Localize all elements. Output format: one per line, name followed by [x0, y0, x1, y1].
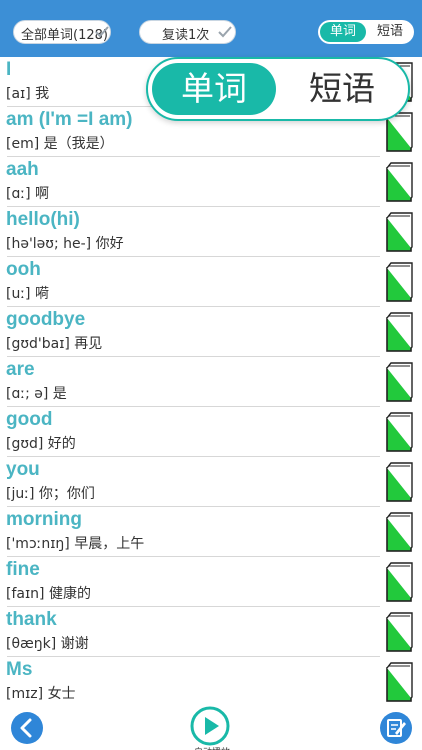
top-bar: 全部单词(128) 复读1次 单词 短语	[0, 0, 422, 57]
check-icon	[218, 26, 232, 38]
word-text: thank	[6, 609, 57, 630]
book-icon[interactable]	[385, 412, 413, 452]
book-icon[interactable]	[385, 662, 413, 702]
word-text: aah	[6, 159, 39, 180]
tab-words[interactable]: 单词	[320, 22, 366, 42]
pronunciation-meaning: [aɪ] 我	[6, 86, 50, 102]
word-text: morning	[6, 509, 82, 530]
pronunciation-meaning: [gʊd'baɪ] 再见	[6, 336, 103, 352]
word-row[interactable]: Ms [mɪz] 女士	[0, 657, 422, 707]
pronunciation-meaning: [faɪn] 健康的	[6, 586, 91, 602]
popup-tab-phrases[interactable]: 短语	[278, 63, 406, 115]
word-row[interactable]: ooh [uː] 嗬	[0, 257, 422, 307]
word-filter-dropdown[interactable]: 全部单词(128)	[13, 20, 111, 44]
word-row[interactable]: hello(hi) [hə'ləʊ; he-] 你好	[0, 207, 422, 257]
play-button[interactable]	[190, 706, 230, 746]
book-icon[interactable]	[385, 612, 413, 652]
word-text: am (I'm =I am)	[6, 109, 133, 130]
word-text: fine	[6, 559, 40, 580]
repeat-count-label: 复读1次	[162, 28, 210, 43]
edit-button[interactable]	[379, 711, 413, 745]
word-phrase-toggle: 单词 短语	[318, 20, 414, 44]
play-label: 自动播放	[186, 745, 238, 750]
book-icon[interactable]	[385, 562, 413, 602]
pronunciation-meaning: [juː] 你；你们	[6, 486, 95, 502]
book-icon[interactable]	[385, 212, 413, 252]
repeat-count-dropdown[interactable]: 复读1次	[139, 20, 236, 44]
pronunciation-meaning: [θæŋk] 谢谢	[6, 636, 89, 652]
word-row[interactable]: aah [ɑː] 啊	[0, 157, 422, 207]
book-icon[interactable]	[385, 162, 413, 202]
book-icon[interactable]	[385, 512, 413, 552]
popup-tab-words[interactable]: 单词	[152, 63, 276, 115]
word-row[interactable]: goodbye [gʊd'baɪ] 再见	[0, 307, 422, 357]
word-row[interactable]: are [ɑː; ə] 是	[0, 357, 422, 407]
pronunciation-meaning: [gʊd] 好的	[6, 436, 76, 452]
tab-phrases[interactable]: 短语	[368, 22, 412, 42]
word-text: are	[6, 359, 35, 380]
word-text: ooh	[6, 259, 41, 280]
back-button[interactable]	[10, 711, 44, 745]
book-icon[interactable]	[385, 362, 413, 402]
word-text: hello(hi)	[6, 209, 80, 230]
bottom-bar: 自动播放	[0, 705, 422, 750]
book-icon[interactable]	[385, 462, 413, 502]
word-text: you	[6, 459, 40, 480]
word-row[interactable]: good [gʊd] 好的	[0, 407, 422, 457]
word-text: goodbye	[6, 309, 86, 330]
word-row[interactable]: morning ['mɔːnɪŋ] 早晨，上午	[0, 507, 422, 557]
book-icon[interactable]	[385, 312, 413, 352]
pronunciation-meaning: [mɪz] 女士	[6, 686, 76, 702]
word-row[interactable]: thank [θæŋk] 谢谢	[0, 607, 422, 657]
word-row[interactable]: fine [faɪn] 健康的	[0, 557, 422, 607]
word-text: Ms	[6, 659, 33, 680]
pronunciation-meaning: ['mɔːnɪŋ] 早晨，上午	[6, 536, 145, 552]
pronunciation-meaning: [hə'ləʊ; he-] 你好	[6, 236, 124, 252]
word-row[interactable]: you [juː] 你；你们	[0, 457, 422, 507]
pronunciation-meaning: [uː] 嗬	[6, 286, 49, 302]
check-icon	[95, 26, 109, 38]
book-icon[interactable]	[385, 262, 413, 302]
toggle-zoom-popup: 单词 短语	[146, 57, 410, 121]
pronunciation-meaning: [ɑː; ə] 是	[6, 386, 67, 402]
word-text: good	[6, 409, 53, 430]
word-text: I	[6, 59, 12, 80]
pronunciation-meaning: [em] 是（我是）	[6, 136, 114, 152]
word-list: I [aɪ] 我 am (I'm =I am) [em] 是（我是） aah [ɑː] 啊…	[0, 57, 422, 707]
pronunciation-meaning: [ɑː] 啊	[6, 186, 49, 202]
